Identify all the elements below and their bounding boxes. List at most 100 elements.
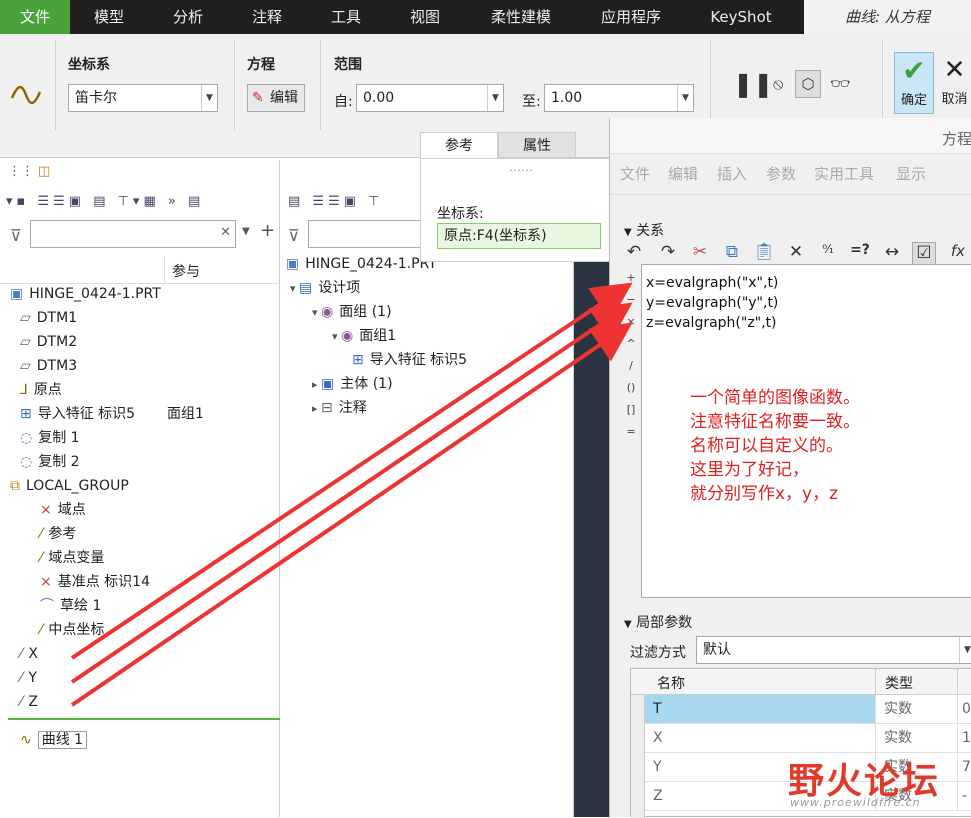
- menu-analysis[interactable]: 分析: [155, 0, 221, 34]
- filter-select[interactable]: 默认 ▼: [696, 636, 971, 664]
- eq-menu-display[interactable]: 显示: [896, 163, 926, 184]
- evaluate-icon[interactable]: =?: [848, 242, 872, 258]
- range-to-input[interactable]: 1.00 ▼: [544, 84, 694, 112]
- parentheses-symbol-icon[interactable]: (): [624, 381, 638, 394]
- add-icon[interactable]: +: [260, 220, 275, 241]
- tree-search-input[interactable]: ✕: [30, 220, 236, 248]
- param-name-cell[interactable]: X: [645, 724, 875, 753]
- brackets-symbol-icon[interactable]: []: [624, 403, 638, 416]
- detail-search-input[interactable]: [308, 220, 422, 248]
- equals-symbol-icon[interactable]: =: [624, 425, 638, 438]
- filter-icon[interactable]: ⊽: [288, 226, 300, 245]
- measure-icon[interactable]: ↔: [880, 242, 904, 262]
- tree-item[interactable]: ⁄ Z: [20, 690, 38, 714]
- tree-item[interactable]: ⁄ 参考: [40, 522, 76, 546]
- detail-tree-item[interactable]: ▾ ◉ 面组1: [332, 324, 396, 348]
- menu-tools[interactable]: 工具: [313, 0, 379, 34]
- detail-tree-item[interactable]: ▸ ⊟ 注释: [312, 396, 367, 420]
- glasses-icon[interactable]: 👓︎: [830, 74, 850, 93]
- relation-line-x[interactable]: x=evalgraph("x",t): [646, 275, 778, 291]
- clear-icon[interactable]: ✕: [220, 225, 231, 240]
- pause-icon[interactable]: ❚❚: [733, 70, 773, 98]
- eq-menu-params[interactable]: 参数: [766, 163, 796, 184]
- confirm-button[interactable]: ✔ 确定: [894, 52, 934, 114]
- menu-view[interactable]: 视图: [392, 0, 458, 34]
- tree-item[interactable]: ⊞ 导入特征 标识5: [20, 402, 135, 426]
- detail-tree-item[interactable]: ▾ ▤ 设计项: [290, 276, 360, 300]
- tab-curve-from-equation[interactable]: 曲线: 从方程: [804, 0, 971, 34]
- relations-editor[interactable]: x=evalgraph("x",t) y=evalgraph("y",t) z=…: [641, 264, 971, 598]
- tree-item[interactable]: ⁄ 中点坐标: [40, 618, 104, 642]
- multiply-symbol-icon[interactable]: ×: [624, 315, 638, 328]
- layers-tab-icon[interactable]: ◫: [38, 164, 50, 179]
- undo-icon[interactable]: ↶: [622, 242, 646, 262]
- tree-item[interactable]: ⁄ Y: [20, 666, 37, 690]
- param-value-cell[interactable]: 7: [957, 753, 971, 782]
- menu-annotation[interactable]: 注释: [234, 0, 300, 34]
- grip-icon[interactable]: ⋯⋯: [509, 163, 533, 177]
- coord-type-select[interactable]: 笛卡尔 ▼: [68, 84, 218, 112]
- function-icon[interactable]: fx: [946, 242, 970, 260]
- param-name-cell[interactable]: T: [645, 695, 875, 724]
- menu-applications[interactable]: 应用程序: [585, 0, 677, 34]
- tree-item[interactable]: ◌ 复制 2: [20, 450, 80, 474]
- expand-icon[interactable]: ▸: [312, 378, 321, 391]
- detail-tree-item[interactable]: ▣ HINGE_0424-1.PRT: [286, 252, 437, 276]
- local-params-section[interactable]: ▼ 局部参数: [624, 612, 692, 632]
- tree-item[interactable]: ◌ 复制 1: [20, 426, 80, 450]
- minus-symbol-icon[interactable]: −: [624, 293, 638, 306]
- delete-icon[interactable]: ✕: [784, 242, 808, 262]
- detail-tree-item[interactable]: ⊞ 导入特征 标识5: [352, 348, 467, 372]
- tree-item[interactable]: ▣ HINGE_0424-1.PRT: [10, 282, 161, 306]
- tree-item[interactable]: × 域点: [40, 498, 86, 522]
- divide-symbol-icon[interactable]: /: [624, 359, 638, 372]
- tree-item[interactable]: ⧉ LOCAL_GROUP: [10, 474, 129, 498]
- redo-icon[interactable]: ↷: [656, 242, 680, 262]
- coord-system-collector[interactable]: 原点:F4(坐标系): [437, 223, 601, 249]
- relation-line-z[interactable]: z=evalgraph("z",t): [646, 315, 777, 331]
- expand-icon[interactable]: ▾: [290, 282, 299, 295]
- param-value-cell[interactable]: 1: [957, 724, 971, 753]
- power-symbol-icon[interactable]: ^: [624, 337, 638, 350]
- filter-icon[interactable]: ⊽: [10, 226, 22, 245]
- tree-item[interactable]: ▱ DTM2: [20, 330, 77, 354]
- sort-icon[interactable]: ⁰⁄₁: [816, 242, 840, 256]
- eq-menu-insert[interactable]: 插入: [717, 163, 747, 184]
- tree-tab-icon[interactable]: ⋮⋮: [8, 164, 34, 179]
- tree-item[interactable]: ⁄ 域点变量: [40, 546, 104, 570]
- tree-item[interactable]: ⌒ 草绘 1: [40, 594, 101, 618]
- graphics-area[interactable]: [574, 262, 610, 817]
- tree-item[interactable]: ⁄ X: [20, 642, 38, 666]
- expand-icon[interactable]: ▾: [332, 330, 341, 343]
- edit-equation-button[interactable]: ✎ 编辑: [247, 84, 305, 112]
- relations-section[interactable]: ▼ 关系: [624, 220, 664, 240]
- param-value-cell[interactable]: 0: [957, 695, 971, 724]
- chevron-down-icon[interactable]: ▼: [242, 226, 250, 237]
- detail-tree-item[interactable]: ▾ ◉ 面组 (1): [312, 300, 392, 324]
- expand-icon[interactable]: ▾: [312, 306, 321, 319]
- tree-item[interactable]: ∿ 曲线 1: [20, 728, 88, 752]
- range-from-input[interactable]: 0.00 ▼: [356, 84, 504, 112]
- menu-keyshot[interactable]: KeyShot: [700, 0, 782, 34]
- eq-menu-file[interactable]: 文件: [620, 163, 650, 184]
- no-preview-icon[interactable]: ⦸: [773, 74, 783, 94]
- cancel-button[interactable]: ✕ 取消: [938, 52, 971, 114]
- expand-icon[interactable]: ▸: [312, 402, 321, 415]
- param-type-cell[interactable]: 实数: [875, 695, 957, 724]
- eq-menu-utilities[interactable]: 实用工具: [814, 163, 874, 184]
- tree-item[interactable]: ▱ DTM1: [20, 306, 77, 330]
- copy-icon[interactable]: ⧉: [720, 242, 744, 262]
- relation-line-y[interactable]: y=evalgraph("y",t): [646, 295, 778, 311]
- menu-model[interactable]: 模型: [76, 0, 142, 34]
- param-value-cell[interactable]: -: [957, 782, 971, 811]
- eq-menu-edit[interactable]: 编辑: [668, 163, 698, 184]
- detail-tree-item[interactable]: ▸ ▣ 主体 (1): [312, 372, 393, 396]
- menu-flexible-modeling[interactable]: 柔性建模: [475, 0, 567, 34]
- tree-item[interactable]: ▱ DTM3: [20, 354, 77, 378]
- cut-icon[interactable]: ✂: [688, 242, 712, 262]
- plus-symbol-icon[interactable]: +: [624, 271, 638, 284]
- tree-item[interactable]: × 基准点 标识14: [40, 570, 150, 594]
- tab-reference[interactable]: 参考: [420, 132, 498, 158]
- paste-icon[interactable]: 📋︎: [752, 242, 776, 262]
- tree-item[interactable]: ⅃ 原点: [20, 378, 62, 402]
